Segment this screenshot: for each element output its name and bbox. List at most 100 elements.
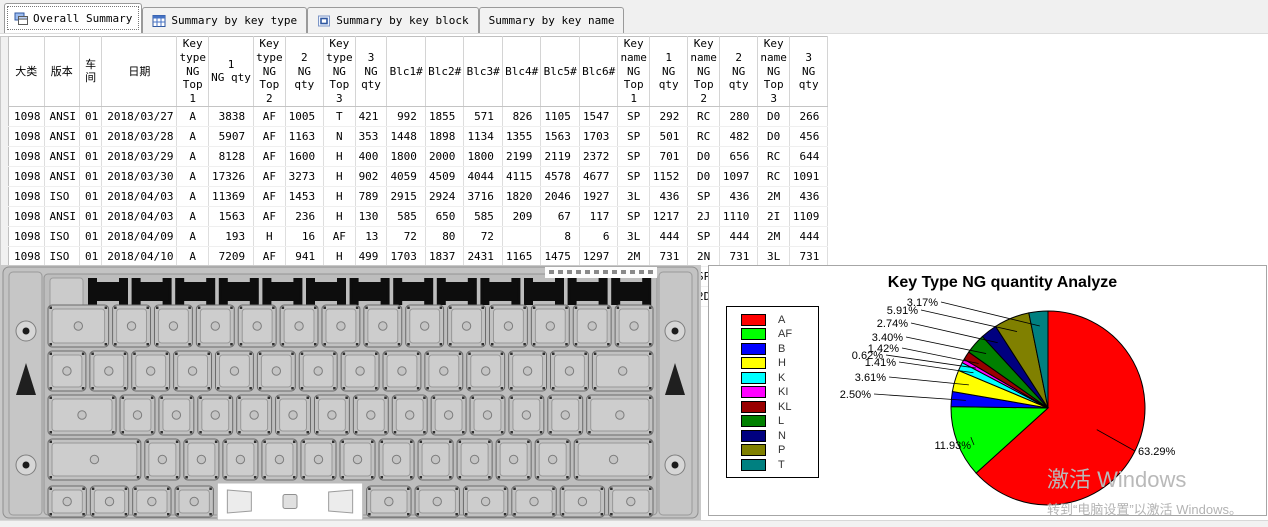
keycap	[364, 305, 402, 347]
keycap	[299, 351, 337, 391]
keycap	[198, 395, 233, 435]
tab-summary-by-key-name[interactable]: Summary by key name	[479, 7, 625, 33]
cell: 1098	[9, 126, 45, 146]
keycap	[132, 351, 170, 391]
table-row[interactable]: 1098ANSI012018/03/27A3838AF1005T42199218…	[9, 106, 828, 126]
cell: 7209	[208, 246, 253, 266]
keycap	[223, 439, 258, 480]
table-row[interactable]: 1098ANSI012018/03/28A5907AF1163N35314481…	[9, 126, 828, 146]
cell: 1448	[387, 126, 426, 146]
cell: 2018/04/10	[102, 246, 177, 266]
legend-label: L	[778, 415, 784, 427]
keycap	[470, 395, 505, 435]
cell: 72	[387, 226, 426, 246]
legend-swatch	[741, 444, 766, 456]
keycap	[280, 305, 318, 347]
keycap	[145, 439, 180, 480]
cell: 13	[355, 226, 387, 246]
keycap	[531, 305, 569, 347]
table-row[interactable]: 1098ANSI012018/03/29A8128AF1600H40018002…	[9, 146, 828, 166]
cell: 585	[464, 206, 503, 226]
keycap	[383, 351, 421, 391]
column-header: Key name NG Top 2	[688, 37, 719, 107]
cell: D0	[758, 126, 789, 146]
table-row[interactable]: 1098ISO012018/04/03A11369AF1453H78929152…	[9, 186, 828, 206]
legend-label: H	[778, 357, 786, 369]
cell: 209	[502, 206, 541, 226]
cell: 01	[80, 106, 102, 126]
legend-item: KI	[741, 386, 818, 398]
cell: 1703	[387, 246, 426, 266]
cell: 444	[719, 226, 758, 246]
cell: 2119	[541, 146, 580, 166]
cell: RC	[758, 146, 789, 166]
cell: SP	[688, 226, 719, 246]
keycap	[548, 395, 583, 435]
keycap	[262, 439, 297, 480]
keycap	[463, 486, 507, 517]
keycap	[431, 395, 466, 435]
keycap	[159, 395, 194, 435]
cell: 8	[541, 226, 580, 246]
cell: 72	[464, 226, 503, 246]
table-row[interactable]: 1098ANSI012018/04/03A1563AF236H130585650…	[9, 206, 828, 226]
column-header: Blc4#	[502, 37, 541, 107]
cell: 1453	[285, 186, 324, 206]
cell: AF	[254, 166, 285, 186]
cell: 2018/03/30	[102, 166, 177, 186]
legend-label: N	[778, 430, 786, 442]
column-header: 日期	[102, 37, 177, 107]
cell: 1800	[387, 146, 426, 166]
column-header: Key name NG Top 1	[618, 37, 649, 107]
cell: 16	[285, 226, 324, 246]
table-row[interactable]: 1098ANSI012018/03/30A17326AF3273H9024059…	[9, 166, 828, 186]
legend-label: KI	[778, 386, 788, 398]
cell: 585	[387, 206, 426, 226]
keycap	[237, 395, 272, 435]
column-header: Key type NG Top 1	[177, 37, 208, 107]
cell: ANSI	[44, 106, 80, 126]
cell: 2000	[425, 146, 464, 166]
cell: 1110	[719, 206, 758, 226]
column-header: Blc3#	[464, 37, 503, 107]
cell: 11369	[208, 186, 253, 206]
cell: 2924	[425, 186, 464, 206]
keycap	[379, 439, 414, 480]
tab-overall-summary[interactable]: Overall Summary	[4, 3, 142, 33]
keycap	[341, 351, 379, 391]
table-row[interactable]: 1098ISO012018/04/09A193H16AF13728072863L…	[9, 226, 828, 246]
cell: 193	[208, 226, 253, 246]
cell: 3838	[208, 106, 253, 126]
cell: 444	[789, 226, 828, 246]
cell: 01	[80, 126, 102, 146]
keycap	[48, 395, 116, 435]
cell: RC	[688, 126, 719, 146]
column-header: Blc5#	[541, 37, 580, 107]
cell: AF	[254, 186, 285, 206]
keycap	[367, 486, 411, 517]
tab-summary-by-key-block[interactable]: Summary by key block	[307, 7, 478, 33]
keycap	[90, 351, 128, 391]
table-row[interactable]: 1098ISO012018/04/10A7209AF941H4991703183…	[9, 246, 828, 266]
legend-label: KL	[778, 401, 791, 413]
column-header: 1 NG qty	[649, 37, 688, 107]
legend-label: T	[778, 459, 785, 471]
column-header: 大类	[9, 37, 45, 107]
cell: 2018/04/03	[102, 206, 177, 226]
tab-summary-by-key-type[interactable]: Summary by key type	[142, 7, 307, 33]
legend-item: N	[741, 430, 818, 442]
cell: 1098	[9, 226, 45, 246]
cell: 130	[355, 206, 387, 226]
cell: 17326	[208, 166, 253, 186]
cell: 67	[541, 206, 580, 226]
keycap	[353, 395, 388, 435]
pie-percent-label: 2.50%	[840, 389, 871, 401]
cell: 941	[285, 246, 324, 266]
cell: 2M	[758, 226, 789, 246]
keycap	[238, 305, 276, 347]
cell: 4059	[387, 166, 426, 186]
cell: 4578	[541, 166, 580, 186]
cell: ANSI	[44, 126, 80, 146]
cell: 1097	[719, 166, 758, 186]
legend-label: AF	[778, 328, 792, 340]
